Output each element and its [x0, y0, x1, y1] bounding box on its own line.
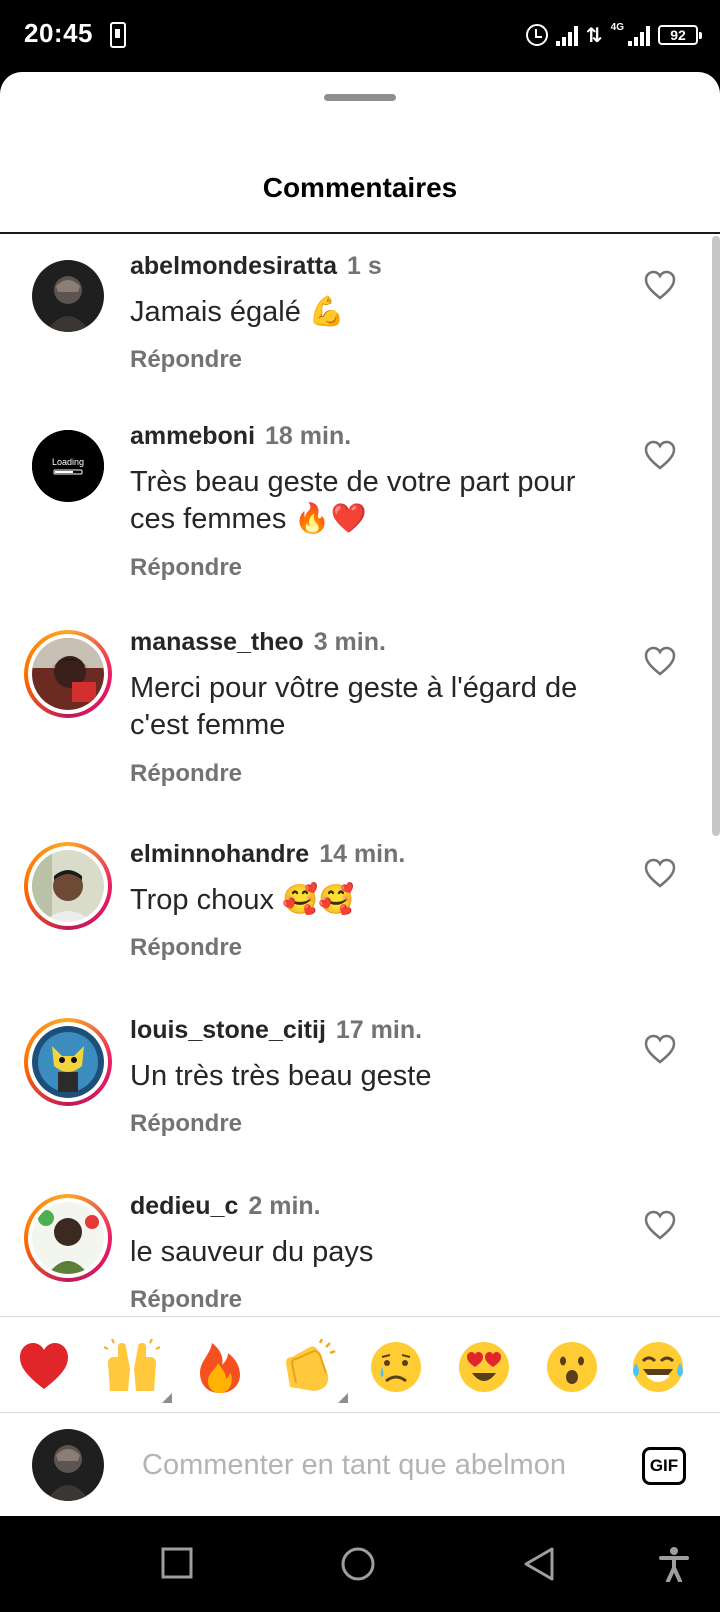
comment-item: Loading ammeboni 18 min. Très beau geste …: [0, 418, 720, 618]
data-transfer-icon: ⇅: [585, 24, 603, 47]
comment-username[interactable]: manasse_theo 3 min.: [130, 628, 386, 657]
avatar-story-ring[interactable]: [24, 842, 112, 930]
comment-item: louis_stone_citij 17 min. Un très très be…: [0, 1012, 720, 1182]
avatar-story-ring[interactable]: [24, 1018, 112, 1106]
divider: [0, 232, 720, 234]
variant-indicator: [162, 1393, 172, 1403]
comment-item: elminnohandre 14 min. Trop choux 🥰🥰 Répon…: [0, 836, 720, 1006]
sheet-title: Commentaires: [262, 172, 458, 203]
like-heart-icon[interactable]: [644, 270, 676, 300]
accessibility-icon[interactable]: [658, 1546, 690, 1582]
comment-time: 17 min.: [335, 1016, 423, 1044]
raising-hands-icon[interactable]: [103, 1338, 172, 1403]
network-type: 4G: [610, 21, 624, 33]
signal-icon: [555, 24, 578, 46]
comment-input[interactable]: Commenter en tant que abelmon: [142, 1449, 612, 1482]
comment-text: Merci pour vôtre geste à l'égard de c'es…: [130, 672, 578, 741]
status-icons: ⇅ 4G 92: [525, 18, 702, 52]
quick-reactions-bar: [0, 1316, 720, 1413]
avatar-loading-label: Loading: [52, 457, 84, 467]
avatar: [32, 1429, 104, 1501]
avatar: [32, 850, 104, 922]
comment-item: abelmondesiratta 1 s Jamais égalé 💪 Répon…: [0, 248, 720, 418]
reply-button[interactable]: Répondre: [130, 1110, 242, 1138]
like-heart-icon[interactable]: [644, 440, 676, 470]
variant-indicator: [338, 1393, 348, 1403]
comment-username[interactable]: elminnohandre 14 min.: [130, 840, 405, 869]
like-heart-icon[interactable]: [644, 646, 676, 676]
recents-icon[interactable]: [160, 1546, 194, 1580]
comment-composer: Commenter en tant que abelmon GIF: [0, 1412, 720, 1516]
comment-time: 14 min.: [319, 840, 406, 868]
like-heart-icon[interactable]: [644, 858, 676, 888]
heart-eyes-face-icon[interactable]: [456, 1339, 512, 1395]
comment-time: 2 min.: [248, 1192, 321, 1220]
system-nav-bar: [0, 1516, 720, 1612]
reply-button[interactable]: Répondre: [130, 554, 242, 582]
status-bar: 20:45 ⇅ 4G 92: [0, 0, 720, 72]
comment-time: 18 min.: [265, 422, 352, 450]
alarm-icon: [525, 24, 548, 46]
avatar[interactable]: Loading: [32, 430, 104, 502]
comment-time: 3 min.: [313, 628, 386, 656]
avatar[interactable]: [32, 260, 104, 332]
comment-username[interactable]: louis_stone_citij 17 min.: [130, 1016, 422, 1045]
comment-text: Un très très beau geste: [130, 1060, 432, 1092]
like-heart-icon[interactable]: [644, 1034, 676, 1064]
status-time: 20:45: [24, 18, 93, 48]
home-icon[interactable]: [340, 1546, 376, 1582]
surprised-face-icon[interactable]: [544, 1339, 600, 1395]
comment-text: Trop choux 🥰🥰: [130, 884, 355, 916]
comment-text: le sauveur du pays: [130, 1236, 374, 1268]
like-heart-icon[interactable]: [644, 1210, 676, 1240]
comment-text: Très beau geste de votre part pour ces f…: [130, 466, 576, 535]
avatar-story-ring[interactable]: [24, 630, 112, 718]
signal-icon-2: [628, 24, 650, 46]
tears-of-joy-face-icon[interactable]: [630, 1339, 686, 1395]
back-icon[interactable]: [522, 1546, 556, 1582]
fire-icon[interactable]: [192, 1339, 248, 1395]
clapping-hands-icon[interactable]: [280, 1338, 348, 1403]
crying-face-icon[interactable]: [368, 1339, 424, 1395]
comment-text: Jamais égalé 💪: [130, 296, 346, 328]
reply-button[interactable]: Répondre: [130, 1286, 242, 1314]
red-heart-icon[interactable]: [16, 1339, 72, 1395]
phone-notification-icon: [110, 22, 126, 48]
comment-username[interactable]: dedieu_c 2 min.: [130, 1192, 321, 1221]
avatar: [32, 638, 104, 710]
comment-username[interactable]: abelmondesiratta 1 s: [130, 252, 382, 281]
comment-item: manasse_theo 3 min. Merci pour vôtre gest…: [0, 624, 720, 824]
comments-sheet: Commentaires abelmondesiratta 1 s Jamais …: [0, 72, 720, 1516]
gif-button[interactable]: GIF: [642, 1447, 686, 1485]
svg-text:~: ~: [65, 1258, 71, 1269]
comment-item: ~ dedieu_c 2 min. le sauveur du pays Répo…: [0, 1188, 720, 1316]
reply-button[interactable]: Répondre: [130, 760, 242, 788]
comment-username[interactable]: ammeboni 18 min.: [130, 422, 351, 451]
comment-time: 1 s: [347, 252, 382, 280]
reply-button[interactable]: Répondre: [130, 934, 242, 962]
avatar: [32, 1026, 104, 1098]
avatar-story-ring[interactable]: ~: [24, 1194, 112, 1282]
battery-icon: 92: [658, 25, 702, 45]
drag-handle[interactable]: [324, 94, 396, 101]
avatar: ~: [32, 1202, 104, 1274]
reply-button[interactable]: Répondre: [130, 346, 242, 374]
